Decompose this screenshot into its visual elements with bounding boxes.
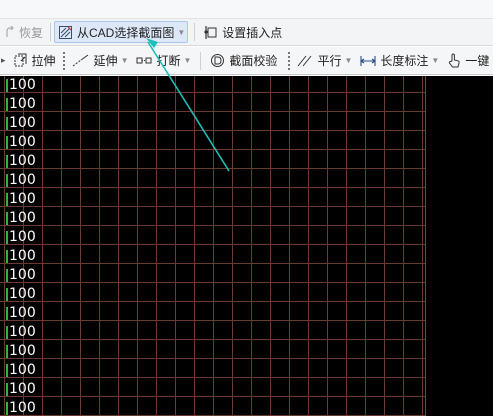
chevron-down-icon[interactable]: ▼ bbox=[184, 56, 192, 65]
extend-button[interactable]: 延伸 ▼ bbox=[69, 50, 132, 72]
section-check-icon bbox=[211, 54, 225, 67]
separator bbox=[194, 23, 196, 41]
dimension-icon bbox=[360, 55, 376, 66]
section-check-button[interactable]: 截面校验 bbox=[207, 50, 280, 72]
drawing-canvas[interactable]: 100 100 100 100 100 100 100 100 100 100 100 100 100 1… bbox=[0, 76, 493, 416]
row-label: 100 bbox=[6, 286, 36, 302]
select-section-icon bbox=[59, 25, 73, 39]
parallel-button[interactable]: 平行 ▼ bbox=[294, 50, 355, 72]
row-label: 100 bbox=[6, 267, 36, 283]
one-key-label: 一键 bbox=[465, 54, 490, 68]
toolbar-bottom: ▸ 拉伸 延伸 ▼ 打断 ▼ 截面校验 平行 ▼ 长度标注 ▼ 一键 bbox=[0, 47, 493, 75]
toolbar-grip[interactable] bbox=[62, 51, 65, 70]
length-dimension-button[interactable]: 长度标注 ▼ bbox=[357, 50, 442, 72]
redo-arrow-icon bbox=[6, 26, 14, 37]
row-label: 100 bbox=[6, 77, 36, 93]
overflow-arrow-icon[interactable]: ▸ bbox=[1, 55, 6, 66]
row-label: 100 bbox=[6, 343, 36, 359]
chevron-down-icon[interactable]: ▼ bbox=[121, 56, 129, 65]
row-label: 100 bbox=[6, 96, 36, 112]
parallel-lines-icon bbox=[298, 55, 312, 66]
one-key-button[interactable]: 一键 bbox=[444, 50, 492, 72]
select-section-from-cad-button[interactable]: 从CAD选择截面图 ▼ bbox=[54, 21, 189, 43]
restore-button[interactable]: 恢复 bbox=[2, 21, 46, 43]
stretch-icon bbox=[14, 53, 27, 67]
row-label: 100 bbox=[6, 229, 36, 245]
separator bbox=[50, 23, 52, 41]
row-label: 100 bbox=[6, 191, 36, 207]
row-label: 100 bbox=[6, 172, 36, 188]
row-label: 100 bbox=[6, 400, 36, 416]
stretch-label: 拉伸 bbox=[31, 54, 56, 68]
toolbar-grip[interactable] bbox=[288, 51, 291, 70]
set-insert-point-button[interactable]: 设置插入点 bbox=[201, 21, 285, 43]
row-label: 100 bbox=[6, 134, 36, 150]
length-dimension-label: 长度标注 bbox=[380, 54, 429, 68]
set-insert-point-label: 设置插入点 bbox=[222, 25, 283, 40]
break-label: 打断 bbox=[156, 54, 181, 68]
row-label: 100 bbox=[6, 115, 36, 131]
break-button[interactable]: 打断 ▼ bbox=[133, 50, 194, 72]
extend-label: 延伸 bbox=[93, 54, 118, 68]
separator bbox=[200, 51, 202, 70]
select-section-label: 从CAD选择截面图 bbox=[77, 25, 175, 40]
insert-point-icon bbox=[204, 25, 217, 39]
restore-label: 恢复 bbox=[19, 25, 44, 40]
row-label: 100 bbox=[6, 324, 36, 340]
stretch-button[interactable]: 拉伸 bbox=[10, 50, 59, 72]
row-label: 100 bbox=[6, 305, 36, 321]
break-icon bbox=[136, 57, 152, 64]
hand-pointer-icon bbox=[449, 52, 460, 67]
extend-icon bbox=[72, 54, 88, 66]
row-label: 100 bbox=[6, 153, 36, 169]
section-check-label: 截面校验 bbox=[229, 54, 278, 68]
chevron-down-icon[interactable]: ▼ bbox=[177, 28, 185, 37]
parallel-label: 平行 bbox=[317, 54, 342, 68]
title-strip bbox=[0, 0, 493, 19]
row-label: 100 bbox=[6, 210, 36, 226]
chevron-down-icon[interactable]: ▼ bbox=[431, 56, 439, 65]
row-label: 100 bbox=[6, 381, 36, 397]
row-label: 100 bbox=[6, 248, 36, 264]
toolbar-top: 恢复 从CAD选择截面图 ▼ 设置插入点 bbox=[0, 19, 493, 46]
grid-table[interactable] bbox=[0, 76, 426, 416]
row-label: 100 bbox=[6, 362, 36, 378]
chevron-down-icon[interactable]: ▼ bbox=[344, 56, 352, 65]
